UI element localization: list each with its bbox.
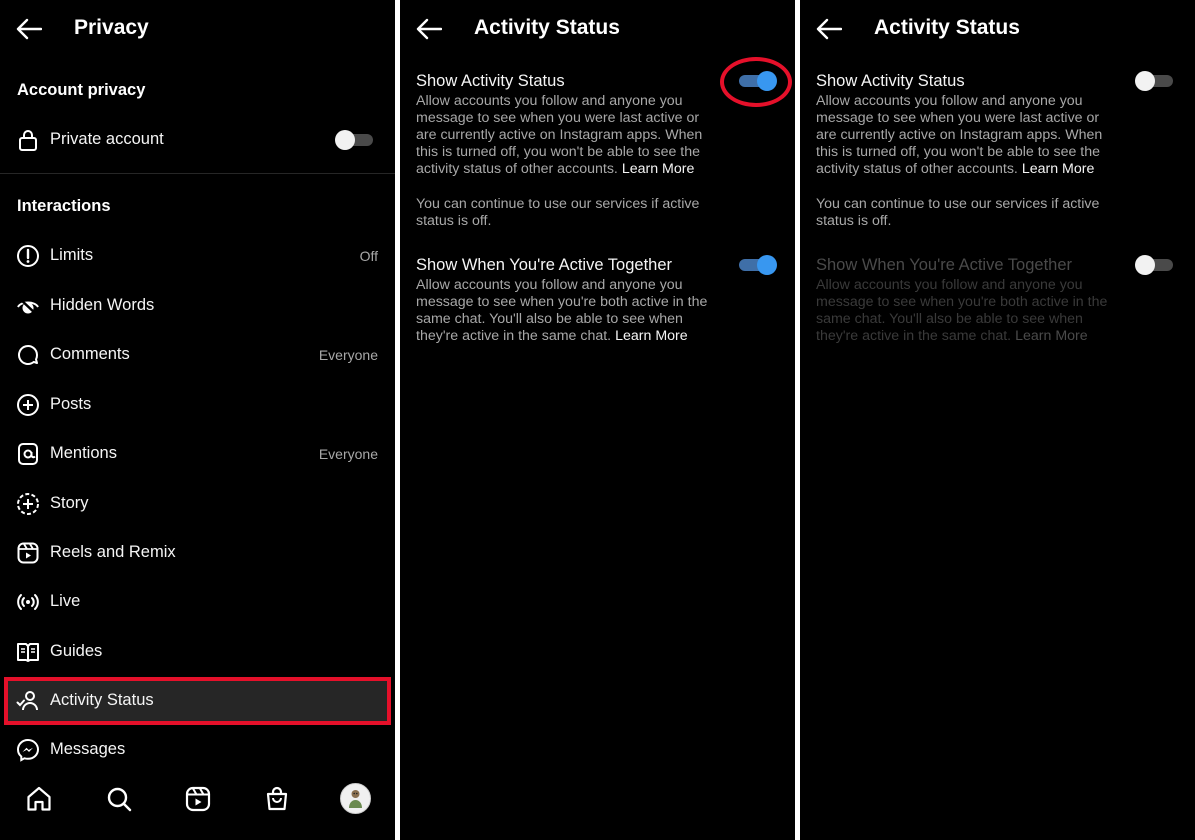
highlight-oval bbox=[720, 57, 792, 107]
row-label: Guides bbox=[50, 642, 103, 660]
row-value: Everyone bbox=[318, 347, 378, 363]
comment-icon bbox=[18, 345, 38, 365]
show-activity-status-title: Show Activity Status bbox=[816, 72, 965, 90]
row-label: Activity Status bbox=[50, 691, 154, 709]
show-activity-status-toggle[interactable] bbox=[1135, 71, 1175, 91]
row-hidden-words[interactable]: Hidden Words bbox=[0, 283, 395, 329]
reels-icon[interactable] bbox=[184, 785, 212, 813]
row-label: Reels and Remix bbox=[50, 543, 176, 561]
privacy-screen: Privacy Account privacy Private account … bbox=[0, 0, 395, 840]
divider bbox=[0, 173, 395, 174]
active-together-title: Show When You're Active Together bbox=[416, 256, 673, 274]
learn-more-link[interactable]: Learn More bbox=[1022, 161, 1095, 177]
row-label: Posts bbox=[50, 395, 92, 413]
plus-square-icon bbox=[17, 394, 39, 416]
row-guides[interactable]: Guides bbox=[0, 629, 395, 675]
lock-icon bbox=[19, 130, 37, 151]
row-reels-remix[interactable]: Reels and Remix bbox=[0, 530, 395, 576]
row-label: Mentions bbox=[50, 444, 117, 462]
active-status-note: You can continue to use our services if … bbox=[816, 196, 1100, 229]
avatar-figure-icon bbox=[349, 790, 362, 808]
row-label: Story bbox=[50, 494, 89, 512]
row-value: Everyone bbox=[318, 446, 378, 462]
active-together-toggle[interactable] bbox=[737, 255, 777, 275]
row-label: Private account bbox=[50, 130, 164, 148]
show-activity-status-title: Show Activity Status bbox=[416, 72, 565, 90]
row-label: Limits bbox=[50, 246, 94, 264]
row-label: Hidden Words bbox=[50, 296, 155, 314]
row-comments[interactable]: Comments Everyone bbox=[0, 332, 395, 378]
bottom-navigation bbox=[0, 775, 395, 825]
live-broadcast-icon bbox=[17, 594, 39, 610]
page-title: Activity Status bbox=[874, 16, 1020, 39]
profile-avatar[interactable] bbox=[340, 783, 371, 814]
active-together-title: Show When You're Active Together bbox=[816, 256, 1073, 274]
row-story[interactable]: Story bbox=[0, 481, 395, 527]
shop-icon[interactable] bbox=[263, 785, 291, 813]
learn-more-link[interactable]: Learn More bbox=[622, 161, 695, 177]
row-live[interactable]: Live bbox=[0, 579, 395, 625]
page-title: Privacy bbox=[74, 16, 149, 39]
header: Privacy bbox=[0, 0, 395, 58]
show-activity-status-description: Allow accounts you follow and anyone you… bbox=[416, 93, 716, 178]
section-interactions: Interactions bbox=[17, 197, 111, 215]
row-label: Live bbox=[50, 592, 81, 610]
back-arrow-icon[interactable] bbox=[16, 18, 42, 40]
messenger-icon bbox=[16, 738, 40, 762]
row-posts[interactable]: Posts bbox=[0, 382, 395, 428]
back-arrow-icon[interactable] bbox=[816, 18, 842, 40]
row-private-account[interactable]: Private account bbox=[0, 117, 395, 163]
activity-status-off-screen: Activity Status Show Activity Status All… bbox=[800, 0, 1195, 840]
header: Activity Status bbox=[800, 0, 1195, 58]
activity-status-on-screen: Activity Status Show Activity Status All… bbox=[400, 0, 795, 840]
section-account-privacy: Account privacy bbox=[17, 81, 146, 99]
row-value: Off bbox=[359, 248, 378, 264]
guides-book-icon bbox=[17, 643, 39, 662]
row-activity-status[interactable]: Activity Status bbox=[0, 678, 395, 724]
private-account-toggle[interactable] bbox=[335, 130, 375, 150]
row-limits[interactable]: Limits Off bbox=[0, 233, 395, 279]
active-together-description: Allow accounts you follow and anyone you… bbox=[416, 277, 716, 345]
row-mentions[interactable]: Mentions Everyone bbox=[0, 431, 395, 477]
header: Activity Status bbox=[400, 0, 795, 58]
reels-icon bbox=[17, 542, 39, 564]
search-icon[interactable] bbox=[105, 785, 133, 813]
learn-more-link: Learn More bbox=[1015, 328, 1088, 344]
hidden-words-icon bbox=[17, 297, 39, 316]
limits-icon bbox=[17, 245, 39, 267]
row-label: Comments bbox=[50, 345, 130, 363]
back-arrow-icon[interactable] bbox=[416, 18, 442, 40]
activity-status-icon bbox=[16, 691, 38, 711]
active-together-description: Allow accounts you follow and anyone you… bbox=[816, 277, 1116, 345]
home-icon[interactable] bbox=[25, 785, 53, 813]
page-title: Activity Status bbox=[474, 16, 620, 39]
story-plus-icon bbox=[17, 493, 39, 515]
active-status-note: You can continue to use our services if … bbox=[416, 196, 700, 229]
learn-more-link[interactable]: Learn More bbox=[615, 328, 688, 344]
show-activity-status-description: Allow accounts you follow and anyone you… bbox=[816, 93, 1116, 178]
row-label: Messages bbox=[50, 740, 126, 758]
at-sign-icon bbox=[18, 443, 38, 465]
row-messages[interactable]: Messages bbox=[0, 727, 395, 773]
active-together-toggle bbox=[1135, 255, 1175, 275]
